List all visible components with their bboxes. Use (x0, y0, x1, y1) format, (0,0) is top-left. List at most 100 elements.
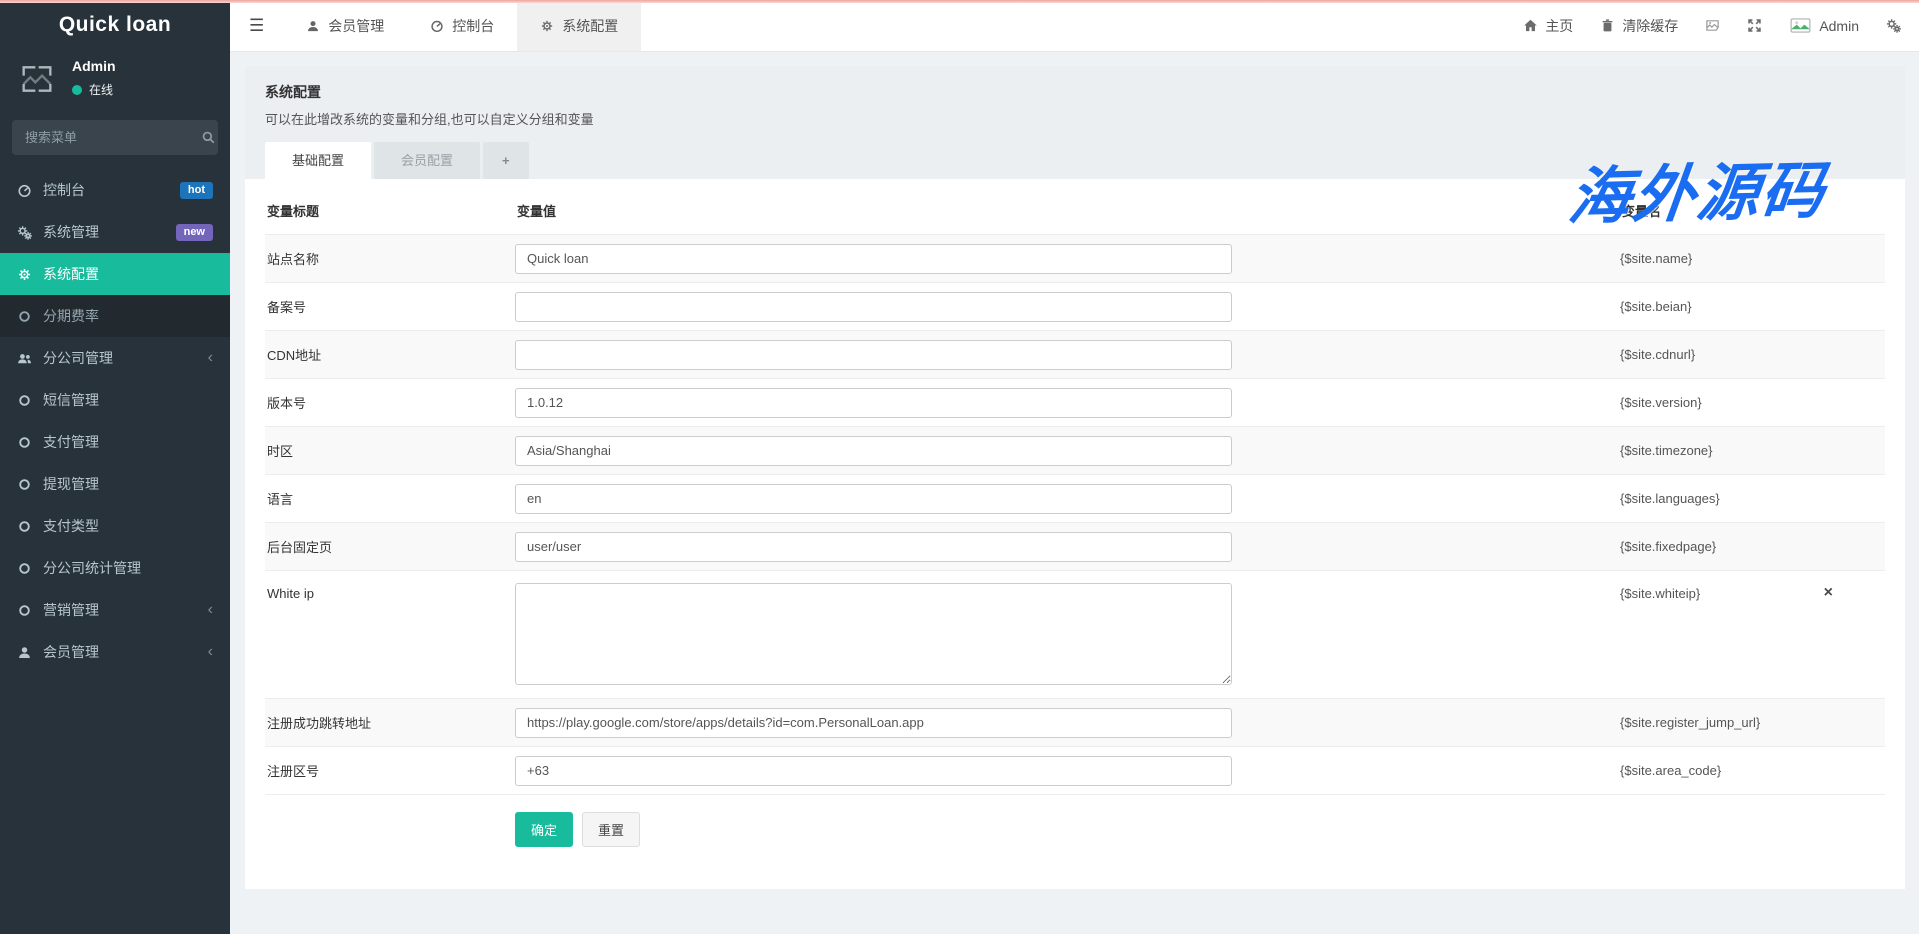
config-row-title: 站点名称 (265, 249, 515, 268)
language-image-icon (1705, 18, 1720, 33)
topbar-action-Admin[interactable]: Admin (1789, 18, 1859, 34)
fullscreen-icon (1747, 18, 1762, 33)
config-field-8[interactable] (515, 708, 1232, 738)
config-field-5[interactable] (515, 484, 1232, 514)
panel-heading: 系统配置 可以在此增改系统的变量和分组,也可以自定义分组和变量 基础配置会员配置… (245, 66, 1905, 179)
config-field-9[interactable] (515, 756, 1232, 786)
config-row-varname: {$site.timezone} (1620, 443, 1713, 458)
circle-icon (17, 561, 32, 576)
user-icon (306, 19, 320, 33)
config-tab-0[interactable]: 基础配置 (265, 142, 371, 179)
sidebar-item-7[interactable]: 提现管理 (0, 463, 230, 505)
config-field-7[interactable] (515, 583, 1232, 685)
sidebar-item-5[interactable]: 短信管理 (0, 379, 230, 421)
column-header-title: 变量标题 (267, 201, 517, 220)
config-rows: 站点名称{$site.name}备案号{$site.beian}CDN地址{$s… (265, 234, 1885, 794)
topbar-action-language-image[interactable] (1705, 18, 1720, 33)
config-row-title: 版本号 (265, 393, 515, 412)
circle-icon (17, 435, 32, 450)
config-row-varname: {$site.version} (1620, 395, 1702, 410)
config-row-value (515, 484, 1232, 514)
sidebar-item-label: 系统管理 (43, 222, 99, 242)
badge-hot: hot (180, 182, 213, 199)
circle-icon (17, 519, 32, 534)
config-row-varname: {$site.whiteip} (1620, 583, 1700, 601)
user-name: Admin (72, 58, 116, 74)
config-field-3[interactable] (515, 388, 1232, 418)
sidebar-item-9[interactable]: 分公司统计管理 (0, 547, 230, 589)
config-panel: 系统配置 可以在此增改系统的变量和分组,也可以自定义分组和变量 基础配置会员配置… (245, 66, 1905, 889)
search-icon (201, 130, 216, 145)
sidebar-item-10[interactable]: 营销管理‹ (0, 589, 230, 631)
topbar-right: 主页 清除缓存 Admin (1523, 0, 1919, 51)
topbar-action-gears[interactable] (1886, 18, 1901, 33)
config-field-1[interactable] (515, 292, 1232, 322)
config-row-6: 后台固定页{$site.fixedpage} (265, 522, 1885, 570)
sidebar-toggle-icon[interactable]: ☰ (230, 0, 283, 51)
sidebar-item-2[interactable]: 系统配置 (0, 253, 230, 295)
topbar-action-主页[interactable]: 主页 (1523, 16, 1573, 36)
sidebar-item-1[interactable]: 系统管理 new (0, 211, 230, 253)
chevron-left-icon: ‹ (208, 350, 213, 366)
broken-image-icon (17, 59, 57, 99)
config-row-0: 站点名称 {$site.name} (265, 234, 1885, 282)
add-group-tab[interactable]: + (483, 142, 529, 179)
sidebar-item-label: 系统配置 (43, 264, 99, 284)
sidebar-item-3[interactable]: 分期费率 (0, 295, 230, 337)
sidebar-item-0[interactable]: 控制台hot (0, 169, 230, 211)
topbar-tab-label: 会员管理 (328, 16, 384, 36)
sidebar-item-11[interactable]: 会员管理‹ (0, 631, 230, 673)
config-row-varname: {$site.cdnurl} (1620, 347, 1695, 362)
config-tab-1[interactable]: 会员配置 (374, 142, 480, 179)
config-row-value (515, 340, 1232, 370)
config-row-9: 注册区号 {$site.area_code} (265, 746, 1885, 794)
config-field-0[interactable] (515, 244, 1232, 274)
config-row-value (515, 532, 1232, 562)
search-input[interactable] (25, 130, 201, 145)
dashboard-icon (430, 19, 444, 33)
main-area: ☰ 会员管理控制台系统配置 主页清除缓存Admin 系统配置 可以在此增改系统的… (230, 0, 1919, 934)
badge-new: new (176, 224, 213, 241)
config-row-value (515, 756, 1232, 786)
topbar-action-label: 清除缓存 (1622, 16, 1678, 36)
config-row-varname: {$site.area_code} (1620, 763, 1721, 778)
sidebar-menu: 控制台hot 系统管理 new 系统配置分期费率分公司管理‹短信管理支付管理提现管理支… (0, 169, 230, 673)
config-field-4[interactable] (515, 436, 1232, 466)
menu-search[interactable] (12, 120, 218, 155)
dashboard-icon (17, 183, 32, 198)
config-field-6[interactable] (515, 532, 1232, 562)
chevron-left-icon: ‹ (208, 602, 213, 618)
column-header-var: 变量名 (1622, 201, 1661, 220)
topbar-action-fullscreen[interactable] (1747, 18, 1762, 33)
page-title: 系统配置 (265, 82, 1885, 102)
topbar-tab-1[interactable]: 控制台 (407, 0, 517, 51)
config-row-varname: {$site.name} (1620, 251, 1692, 266)
remove-row-icon[interactable]: × (1824, 585, 1833, 601)
topbar-tab-2[interactable]: 系统配置 (517, 0, 641, 51)
topbar-tab-0[interactable]: 会员管理 (283, 0, 407, 51)
config-row-5: 语言 {$site.languages} (265, 474, 1885, 522)
config-row-title: 后台固定页 (265, 537, 515, 556)
config-row-varname: {$site.languages} (1620, 491, 1720, 506)
sidebar-item-6[interactable]: 支付管理 (0, 421, 230, 463)
gear-icon (17, 267, 32, 282)
config-row-varname: {$site.register_jump_url} (1620, 715, 1760, 730)
sidebar-item-4[interactable]: 分公司管理‹ (0, 337, 230, 379)
top-progress-strip (0, 0, 1919, 3)
topbar: ☰ 会员管理 控制台系统配置 主页 清除缓存 Admin (230, 0, 1919, 52)
topbar-action-清除缓存[interactable]: 清除缓存 (1600, 16, 1678, 36)
config-row-title: 语言 (265, 489, 515, 508)
config-field-2[interactable] (515, 340, 1232, 370)
content: 系统配置 可以在此增改系统的变量和分组,也可以自定义分组和变量 基础配置会员配置… (230, 52, 1919, 934)
column-header-value: 变量值 (517, 201, 1234, 220)
user-panel: Admin 在线 (0, 46, 230, 114)
config-row-1: 备案号{$site.beian} (265, 282, 1885, 330)
submit-button[interactable]: 确定 (515, 812, 573, 847)
config-row-title: 注册区号 (265, 761, 515, 780)
sidebar-item-8[interactable]: 支付类型 (0, 505, 230, 547)
config-row-title: 时区 (265, 441, 515, 460)
config-tab-strip: 基础配置会员配置+ (265, 142, 1885, 179)
config-row-3: 版本号 {$site.version} (265, 378, 1885, 426)
reset-button[interactable]: 重置 (582, 812, 640, 847)
sidebar-item-label: 分公司统计管理 (43, 558, 141, 578)
